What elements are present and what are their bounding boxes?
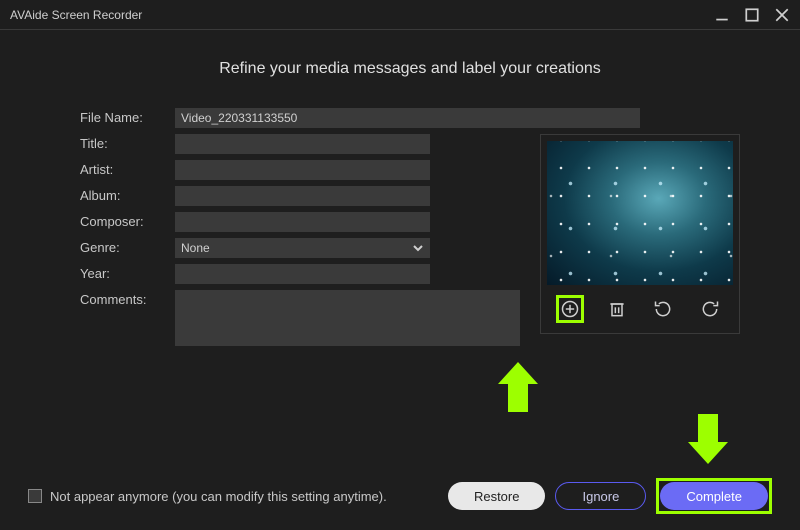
title-input[interactable]	[175, 134, 430, 154]
composer-label: Composer:	[80, 212, 175, 229]
complete-button[interactable]: Complete	[660, 482, 768, 510]
artist-input[interactable]	[175, 160, 430, 180]
composer-input[interactable]	[175, 212, 430, 232]
chevron-down-icon	[412, 242, 424, 254]
app-title: AVAide Screen Recorder	[10, 8, 142, 22]
footer: Not appear anymore (you can modify this …	[0, 478, 800, 514]
not-appear-checkbox-wrap: Not appear anymore (you can modify this …	[28, 489, 438, 504]
annotation-arrow-complete	[688, 414, 728, 464]
year-input[interactable]	[175, 264, 430, 284]
delete-thumbnail-button[interactable]	[603, 295, 631, 323]
minimize-button[interactable]	[714, 7, 730, 23]
add-thumbnail-button[interactable]	[556, 295, 584, 323]
album-label: Album:	[80, 186, 175, 203]
artist-label: Artist:	[80, 160, 175, 177]
not-appear-checkbox[interactable]	[28, 489, 42, 503]
genre-select[interactable]: None	[175, 238, 430, 258]
maximize-button[interactable]	[744, 7, 760, 23]
comments-label: Comments:	[80, 290, 175, 307]
album-input[interactable]	[175, 186, 430, 206]
title-label: Title:	[80, 134, 175, 151]
metadata-form: Title: Artist: Album: Composer: Genre: N…	[80, 134, 520, 352]
annotation-arrow-add	[498, 362, 538, 412]
genre-label: Genre:	[80, 238, 175, 255]
rotate-right-button[interactable]	[696, 295, 724, 323]
window-controls	[714, 7, 790, 23]
main-content: Refine your media messages and label you…	[0, 30, 800, 352]
ignore-button[interactable]: Ignore	[555, 482, 646, 510]
comments-input[interactable]	[175, 290, 520, 346]
file-name-label: File Name:	[80, 108, 175, 125]
titlebar: AVAide Screen Recorder	[0, 0, 800, 30]
close-button[interactable]	[774, 7, 790, 23]
page-heading: Refine your media messages and label you…	[80, 60, 740, 78]
video-thumbnail	[547, 141, 733, 285]
file-name-input[interactable]	[175, 108, 640, 128]
genre-value: None	[181, 241, 210, 255]
year-label: Year:	[80, 264, 175, 281]
thumbnail-toolbar	[547, 291, 733, 327]
not-appear-label: Not appear anymore (you can modify this …	[50, 489, 387, 504]
file-name-row: File Name:	[80, 108, 740, 128]
thumbnail-panel	[540, 134, 740, 334]
restore-button[interactable]: Restore	[448, 482, 546, 510]
rotate-left-button[interactable]	[649, 295, 677, 323]
complete-highlight: Complete	[656, 478, 772, 514]
